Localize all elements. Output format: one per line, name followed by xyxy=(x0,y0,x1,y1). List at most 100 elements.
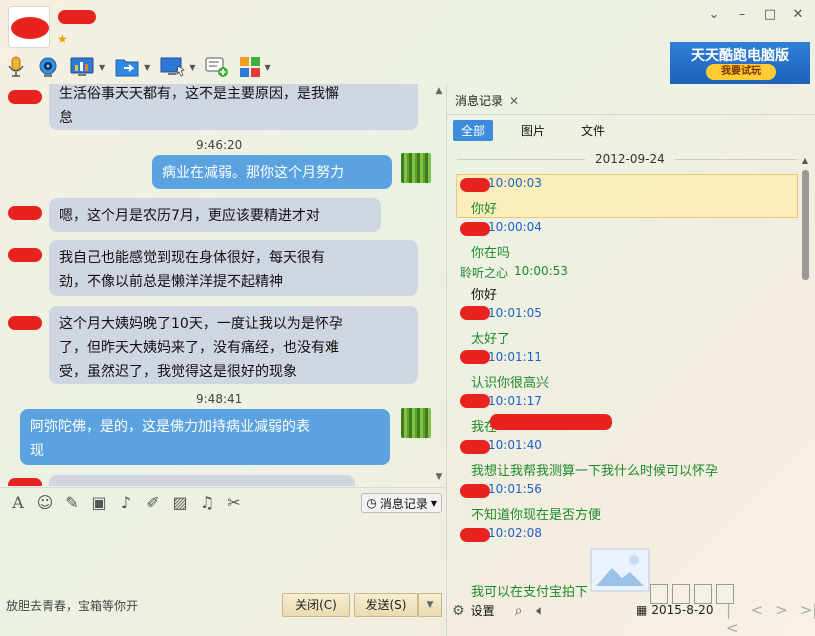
scroll-up-icon[interactable]: ▲ xyxy=(799,156,811,165)
last-page-icon[interactable]: >| xyxy=(800,601,815,636)
sender-redacted xyxy=(460,528,490,542)
message-line: 现 xyxy=(30,443,44,459)
message-bubble: 嗯，这个月是农历7月，更应该要精进才对 xyxy=(49,198,381,232)
message-bubble: 生活俗事天天都有，这不是主要原因，是我懈 怠 xyxy=(49,84,418,130)
divider xyxy=(447,114,815,115)
chevron-down-icon: ▼ xyxy=(189,62,196,72)
create-discussion-button[interactable] xyxy=(205,56,229,78)
send-file-button[interactable]: ▼ xyxy=(115,56,150,78)
self-avatar[interactable] xyxy=(401,408,431,438)
webcam-icon xyxy=(39,57,57,77)
message-time: 9:46:20 xyxy=(196,138,243,152)
send-options-chevron-icon[interactable]: ▼ xyxy=(418,593,442,617)
edit-icon[interactable]: ✐ xyxy=(143,493,163,512)
sender-redacted xyxy=(460,350,490,364)
square xyxy=(650,584,668,604)
text-redacted xyxy=(490,414,612,430)
apps-grid-icon xyxy=(240,57,261,77)
message-bubble: 我自己也能感觉到现在身体很好，每天很有 劲，不像以前总是懒洋洋提不起精神 xyxy=(49,240,418,296)
scroll-up-icon[interactable]: ▲ xyxy=(432,86,446,96)
image-placeholder-icon[interactable] xyxy=(590,548,650,592)
entry-time: 10:01:05 xyxy=(488,306,542,320)
screen-share-icon xyxy=(160,57,186,77)
history-date: 2012-09-24 xyxy=(595,152,665,166)
peer-avatar[interactable] xyxy=(8,248,42,262)
voice-message-icon[interactable]: ♪ xyxy=(116,493,136,512)
chat-window: ★ ⌄ – □ ✕ ▼ ▼ ▼ ▼ 天天酷跑电脑版 我要试玩 生活俗事天天都有，… xyxy=(0,0,815,636)
voice-call-button[interactable] xyxy=(6,56,26,78)
chat-message-area[interactable]: 生活俗事天天都有，这不是主要原因，是我懈 怠 9:46:20 病业在减弱。那你这… xyxy=(0,84,446,486)
video-call-button[interactable] xyxy=(36,56,60,78)
history-scrollbar[interactable]: ▲ xyxy=(799,156,811,596)
close-button[interactable]: 关闭(C) xyxy=(282,593,350,617)
shake-window-icon[interactable]: ▣ xyxy=(89,493,109,512)
entry-time: 10:01:56 xyxy=(488,482,542,496)
chevron-down-icon[interactable]: ⌄ xyxy=(707,8,721,22)
entry-text: 认识你很高兴 xyxy=(471,376,550,391)
entry-text: 太好了 xyxy=(471,332,511,347)
magic-wand-icon[interactable]: ✎ xyxy=(62,493,82,512)
history-filters: 全部 图片 文件 xyxy=(453,120,613,141)
message-history-button[interactable]: ◷ 消息记录 ▼ xyxy=(361,493,442,513)
ad-banner[interactable]: 天天酷跑电脑版 我要试玩 xyxy=(670,42,810,84)
filter-all[interactable]: 全部 xyxy=(453,120,494,141)
screen-share-button[interactable]: ▼ xyxy=(160,56,195,78)
emoji-icon[interactable]: ☺ xyxy=(35,493,55,512)
close-icon[interactable]: ✕ xyxy=(509,94,519,108)
filter-images[interactable]: 图片 xyxy=(513,120,553,141)
gear-icon[interactable]: ⚙ xyxy=(452,603,465,619)
message-input[interactable] xyxy=(0,517,446,589)
footer-tip[interactable]: 放胆去青春，宝箱等你开 xyxy=(6,597,138,614)
tab-message-history[interactable]: 消息记录 ✕ xyxy=(455,92,519,109)
entry-time: 10:00:04 xyxy=(488,220,542,234)
contact-name-redacted xyxy=(58,10,96,24)
message-line: 这个月大姨妈晚了10天，一度让我以为是怀孕 xyxy=(59,316,343,332)
peer-avatar[interactable] xyxy=(8,478,42,486)
sender-redacted xyxy=(460,394,490,408)
entry-text: 你在吗 xyxy=(471,246,511,261)
self-avatar[interactable] xyxy=(401,153,431,183)
square xyxy=(672,584,690,604)
message-line: 嗯，这个月是农历7月，更应该要精进才对 xyxy=(59,208,320,224)
prev-page-icon[interactable]: < xyxy=(751,601,764,636)
entry-text: 你好 xyxy=(471,202,498,217)
image-icon[interactable]: ▨ xyxy=(170,493,190,512)
scroll-down-icon[interactable]: ▼ xyxy=(432,472,446,482)
next-page-icon[interactable]: > xyxy=(775,601,788,636)
entry-time: 10:01:17 xyxy=(488,394,542,408)
message-line: 了，但昨天大姨妈来了，没有痛经，也没有难 xyxy=(59,340,339,356)
maximize-icon[interactable]: □ xyxy=(763,8,777,22)
entry-time: 10:01:40 xyxy=(488,438,542,452)
scroll-thumb[interactable] xyxy=(802,170,809,280)
music-icon[interactable]: ♫ xyxy=(197,493,217,512)
decorative-squares xyxy=(650,584,734,604)
peer-avatar[interactable] xyxy=(8,316,42,330)
message-time: 9:48:41 xyxy=(196,392,243,406)
message-line: 怠 xyxy=(59,110,73,126)
remote-desktop-button[interactable]: ▼ xyxy=(70,56,105,78)
peer-avatar[interactable] xyxy=(8,90,42,104)
filter-files[interactable]: 文件 xyxy=(573,120,613,141)
minimize-icon[interactable]: – xyxy=(735,8,749,22)
sender-redacted xyxy=(460,306,490,320)
entry-text: 我想让我帮我测算一下我什么时候可以怀孕 xyxy=(471,464,719,479)
chevron-down-icon: ▼ xyxy=(99,62,106,72)
screenshot-scissors-icon[interactable]: ✂ xyxy=(224,493,244,512)
first-page-icon[interactable]: |< xyxy=(726,601,739,636)
send-button[interactable]: 发送(S) xyxy=(354,593,418,617)
microphone-icon xyxy=(8,56,24,77)
settings-label[interactable]: 设置 xyxy=(471,602,495,619)
speaker-icon[interactable]: 🔈︎ xyxy=(536,603,544,619)
history-date-picker[interactable]: ▦ 2015-8-20 xyxy=(636,603,713,617)
close-icon[interactable]: ✕ xyxy=(791,8,805,22)
apps-button[interactable]: ▼ xyxy=(239,56,271,78)
chat-scrollbar[interactable]: ▲ ▼ xyxy=(432,84,446,486)
message-line: 病业在减弱。那你这个月努力 xyxy=(162,165,344,181)
font-icon[interactable]: A xyxy=(8,493,28,512)
peer-avatar[interactable] xyxy=(8,206,42,220)
sender-redacted xyxy=(460,222,490,236)
search-icon[interactable]: ⌕ xyxy=(515,603,523,619)
chevron-down-icon: ▼ xyxy=(144,62,151,72)
ad-try-button[interactable]: 我要试玩 xyxy=(706,64,776,80)
contact-avatar[interactable] xyxy=(8,6,50,48)
